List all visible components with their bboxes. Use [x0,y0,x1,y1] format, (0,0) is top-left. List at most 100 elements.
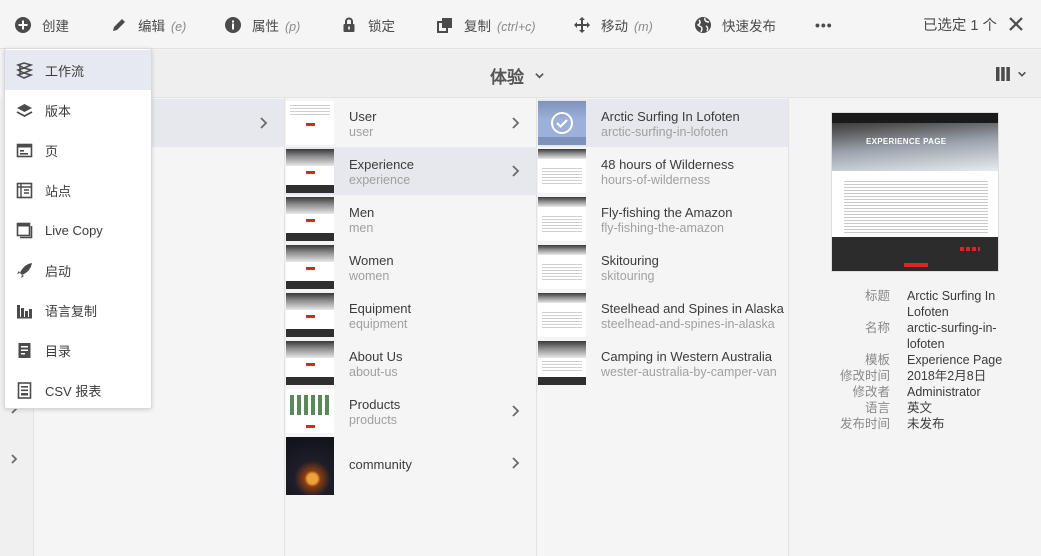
copy-icon [437,17,452,33]
globe-icon [695,16,711,33]
chevron-down-icon [1018,71,1026,77]
menu-item-label: 版本 [45,103,72,119]
item-title: Experience [349,157,415,172]
close-selection-button[interactable] [1005,13,1027,35]
property-label: 语言 [864,401,890,415]
selected-count: 已选定 1 个 [922,18,997,34]
move-button[interactable]: 移动 (m) [573,0,653,49]
item-name: hours-of-wilderness [601,173,711,187]
item-title: Products [349,397,401,412]
page-thumbnail [538,341,586,385]
column-level-3: Arctic Surfing In Lofoten arctic-surfing… [538,98,789,556]
menu-item-label: Live Copy [45,222,103,238]
property-value: Arctic Surfing In Lofoten [907,289,996,319]
property-published: 发布时间 未发布 [790,416,1041,432]
menu-item-launch[interactable]: 启动 [5,250,151,290]
item-name: men [349,221,374,235]
item-name: wester-australia-by-camper-van [601,365,777,379]
create-label: 创建 [42,18,69,34]
close-icon [1009,17,1023,31]
title-bar: 体验 [152,50,1041,98]
title-switcher[interactable]: 体验 [490,63,545,88]
property-value: arctic-surfing-in-lofoten [907,321,997,351]
catalog-icon [18,342,31,358]
list-item[interactable]: Steelhead and Spines in Alaska steelhead… [538,291,788,339]
more-button[interactable]: ••• [815,0,833,49]
page-thumbnail [286,149,334,193]
chevron-right-icon[interactable] [8,453,20,465]
list-item[interactable]: 48 hours of Wilderness hours-of-wilderne… [538,147,788,195]
list-item[interactable]: Women women [286,243,536,291]
launch-icon [17,262,32,278]
menu-item-label: 站点 [45,183,72,199]
live-copy-icon [16,222,33,238]
item-name: skitouring [601,269,655,283]
property-modified: 修改时间 2018年2月8日 [790,368,1041,384]
menu-item-label: 启动 [45,263,72,279]
menu-item-version[interactable]: 版本 [5,90,151,130]
copy-button[interactable]: 复制 (ctrl+c) [436,0,536,49]
menu-item-language-copy[interactable]: 语言复制 [5,290,151,330]
add-circle-icon [15,16,31,33]
item-title: Camping in Western Australia [601,349,773,364]
page-thumbnail [286,197,334,241]
page-thumbnail [286,389,334,433]
item-title: 48 hours of Wilderness [601,157,734,172]
property-language: 语言 英文 [790,400,1041,416]
item-title: Equipment [349,301,412,316]
item-name: fly-fishing-the-amazon [601,221,724,235]
menu-item-workflow[interactable]: 工作流 [5,50,151,90]
item-title: Steelhead and Spines in Alaska [601,301,784,316]
list-item[interactable]: Products products [286,387,536,435]
item-title: Arctic Surfing In Lofoten [601,109,740,124]
menu-item-csv-report[interactable]: CSV 报表 [5,370,151,410]
list-item[interactable]: Fly-fishing the Amazon fly-fishing-the-a… [538,195,788,243]
item-title: About Us [349,349,403,364]
view-switcher[interactable] [995,66,1027,82]
preview-heading: EXPERIENCE PAGE [866,137,947,146]
create-menu: 工作流 版本 页 站点 Live Copy 启动 语言复制 目录 CSV 报表 [4,48,152,409]
properties-shortcut: (p) [285,19,301,34]
page-thumbnail [538,149,586,193]
list-item[interactable]: community [286,435,536,495]
edit-button[interactable]: 编辑 (e) [110,0,186,49]
chevron-right-icon [260,117,268,129]
list-item[interactable]: About Us about-us [286,339,536,387]
property-label: 发布时间 [839,417,890,431]
menu-item-label: 工作流 [45,63,85,79]
action-bar: 创建 编辑 (e) 属性 (p) 锁定 复制 (ctrl+c) 移动 (m) 快速发布 … [0,0,1041,49]
list-item[interactable]: User user [286,99,536,147]
quick-publish-button[interactable]: 快速发布 [694,0,776,49]
column-view-icon [996,67,1010,81]
page-thumbnail [286,437,334,495]
page-thumbnail [286,341,334,385]
item-name: about-us [349,365,398,379]
list-item[interactable]: Men men [286,195,536,243]
edit-label: 编辑 [138,18,165,34]
menu-item-label: 页 [45,143,59,159]
property-value: 未发布 [907,417,945,431]
list-item[interactable]: Skitouring skitouring [538,243,788,291]
chevron-down-icon [535,73,544,79]
site-icon [16,182,33,198]
move-label: 移动 [601,18,628,34]
create-button[interactable]: 创建 [14,0,69,49]
properties-button[interactable]: 属性 (p) [224,0,300,49]
page-thumbnail [538,197,586,241]
list-item-selected[interactable]: Arctic Surfing In Lofoten arctic-surfing… [538,99,788,147]
chevron-right-icon [512,165,520,177]
list-item[interactable]: Experience experience [286,147,536,195]
item-title: User [349,109,377,124]
menu-item-site[interactable]: 站点 [5,170,151,210]
menu-item-live-copy[interactable]: Live Copy [5,210,151,250]
property-value: 英文 [907,401,933,415]
list-item[interactable]: Equipment equipment [286,291,536,339]
menu-item-page[interactable]: 页 [5,130,151,170]
item-name: user [349,125,374,139]
list-item[interactable]: Camping in Western Australia wester-aust… [538,339,788,387]
property-label: 模板 [864,353,890,367]
info-icon [225,16,241,33]
page-preview-thumbnail: EXPERIENCE PAGE [831,112,999,272]
menu-item-catalog[interactable]: 目录 [5,330,151,370]
lock-button[interactable]: 锁定 [340,0,395,49]
